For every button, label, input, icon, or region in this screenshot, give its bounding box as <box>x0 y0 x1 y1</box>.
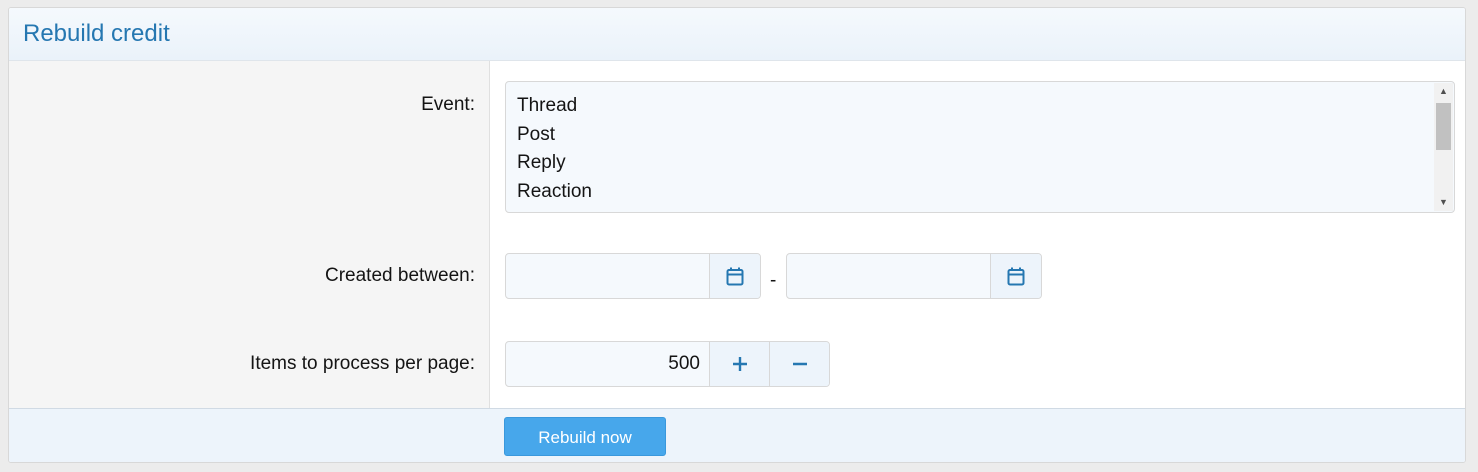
event-options: Thread Post Reply Reaction <box>517 92 592 206</box>
calendar-icon <box>726 267 744 285</box>
decrement-button[interactable] <box>769 342 829 386</box>
end-date-input[interactable] <box>787 254 990 298</box>
start-date-input[interactable] <box>506 254 709 298</box>
date-range-separator: - <box>770 270 777 291</box>
increment-button[interactable] <box>709 342 769 386</box>
event-label: Event: <box>421 94 475 115</box>
start-date-calendar-button[interactable] <box>709 254 760 298</box>
calendar-icon <box>1007 267 1025 285</box>
event-option-post[interactable]: Post <box>517 121 592 150</box>
event-select[interactable]: Thread Post Reply Reaction ▲ ▼ <box>505 81 1455 213</box>
end-date-group <box>786 253 1042 299</box>
block-title: Rebuild credit <box>23 20 170 47</box>
plus-icon <box>732 357 747 371</box>
event-select-scrollbar[interactable]: ▲ ▼ <box>1434 83 1453 211</box>
event-option-reply[interactable]: Reply <box>517 149 592 178</box>
block-header: Rebuild credit <box>9 8 1465 61</box>
items-per-page-input[interactable] <box>506 342 709 386</box>
event-option-thread[interactable]: Thread <box>517 92 592 121</box>
rebuild-now-button[interactable]: Rebuild now <box>504 417 666 456</box>
minus-icon <box>792 362 807 366</box>
items-per-page-label: Items to process per page: <box>250 353 475 374</box>
items-per-page-stepper <box>505 341 830 387</box>
scroll-up-arrow-icon[interactable]: ▲ <box>1434 83 1453 100</box>
end-date-calendar-button[interactable] <box>990 254 1041 298</box>
scroll-thumb[interactable] <box>1436 103 1451 150</box>
form-body: Event: Created between: Items to process… <box>9 61 1465 408</box>
created-between-label: Created between: <box>325 265 475 286</box>
start-date-group <box>505 253 761 299</box>
rebuild-credit-block: Rebuild credit Event: Created between: I… <box>8 7 1466 463</box>
label-column: Event: Created between: Items to process… <box>9 61 490 408</box>
scroll-down-arrow-icon[interactable]: ▼ <box>1434 194 1453 211</box>
event-option-reaction[interactable]: Reaction <box>517 178 592 207</box>
form-footer: Rebuild now <box>9 408 1465 462</box>
